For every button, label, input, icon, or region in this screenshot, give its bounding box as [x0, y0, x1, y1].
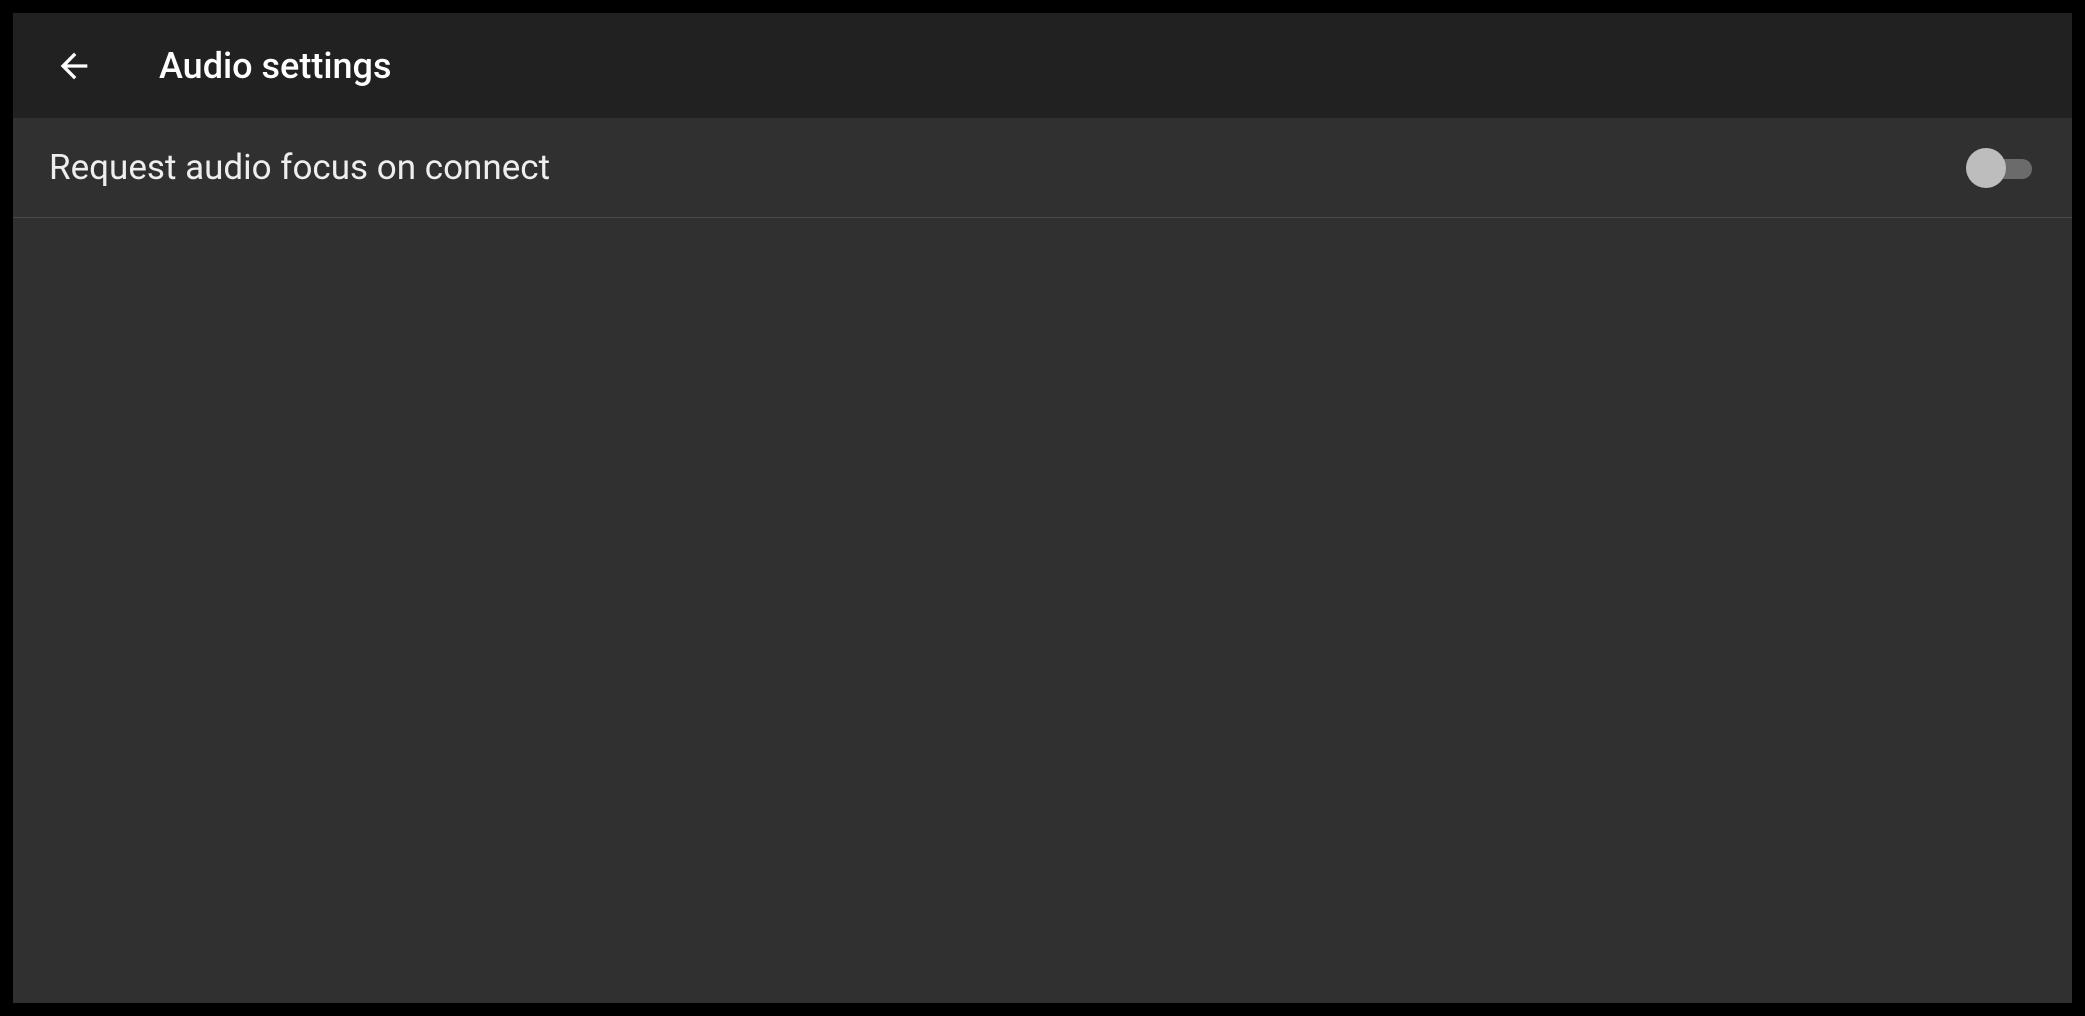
setting-label: Request audio focus on connect: [49, 147, 1968, 188]
page-title: Audio settings: [159, 45, 391, 87]
settings-list: Request audio focus on connect: [13, 118, 2072, 1003]
toggle-thumb: [1966, 148, 2006, 188]
header: Audio settings: [13, 13, 2072, 118]
arrow-back-icon: [54, 46, 94, 86]
back-button[interactable]: [49, 41, 99, 91]
setting-request-audio-focus[interactable]: Request audio focus on connect: [13, 118, 2072, 218]
screen: Audio settings Request audio focus on co…: [13, 13, 2072, 1003]
app-frame: Audio settings Request audio focus on co…: [0, 0, 2085, 1016]
toggle-request-audio-focus[interactable]: [1968, 156, 2032, 180]
